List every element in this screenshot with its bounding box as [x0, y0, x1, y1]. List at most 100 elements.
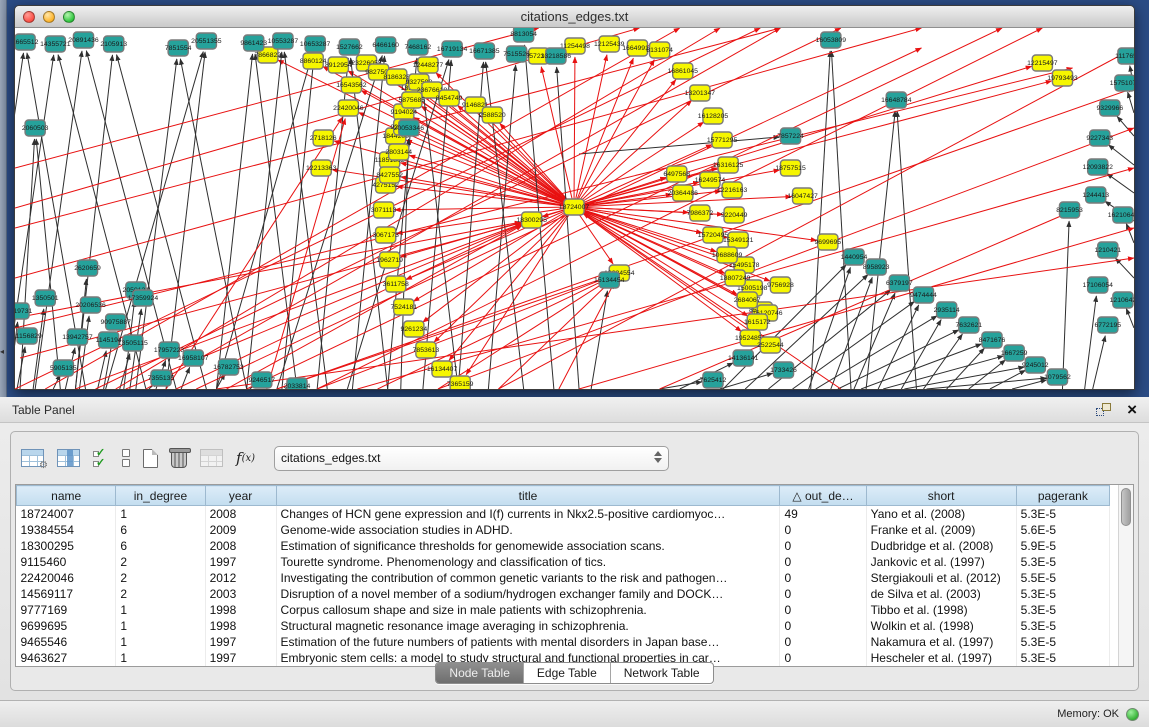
citation-edge-black[interactable] — [923, 334, 962, 389]
citation-edge-red[interactable] — [15, 28, 921, 278]
citation-edge-red[interactable] — [395, 207, 574, 210]
table-cell[interactable]: 2008 — [205, 506, 276, 522]
table-cell[interactable]: 0 — [780, 522, 866, 538]
tab-network-table[interactable]: Network Table — [610, 663, 713, 683]
table-selector-dropdown[interactable]: citations_edges.txt — [274, 446, 669, 471]
network-graph-svg[interactable]: 1872400718300295193845542242004696996959… — [15, 28, 1134, 389]
table-cell[interactable]: 6 — [116, 538, 205, 554]
table-cell[interactable]: 1 — [116, 602, 205, 618]
citation-edge-red[interactable] — [317, 277, 609, 389]
table-cell[interactable]: Franke et al. (2009) — [866, 522, 1016, 538]
new-table-icon[interactable] — [143, 449, 158, 468]
citation-edge-black[interactable] — [720, 373, 773, 389]
table-cell[interactable]: 0 — [780, 602, 866, 618]
select-all-rows-icon[interactable]: ✓ ✓ — [93, 449, 109, 468]
citation-edge-black[interactable] — [20, 139, 34, 389]
citation-edge-black[interactable] — [866, 111, 895, 389]
table-settings-icon[interactable]: ⚙ — [21, 449, 44, 467]
table-cell[interactable]: 1 — [116, 618, 205, 634]
table-cell[interactable]: 2008 — [205, 538, 276, 554]
citation-edge-black[interactable] — [816, 316, 937, 389]
table-cell[interactable]: Estimation of significance thresholds fo… — [276, 538, 780, 554]
table-cell[interactable]: 0 — [780, 618, 866, 634]
citation-edge-black[interactable] — [990, 370, 1026, 389]
citation-edge-black[interactable] — [1115, 258, 1134, 278]
tab-edge-table[interactable]: Edge Table — [523, 663, 610, 683]
table-row[interactable]: 1456911722003Disruption of a novel membe… — [17, 586, 1110, 602]
table-cell[interactable]: Changes of HCN gene expression and I(f) … — [276, 506, 780, 522]
column-header-short[interactable]: short — [866, 486, 1016, 506]
table-cell[interactable]: 1997 — [205, 554, 276, 570]
table-cell[interactable]: 0 — [780, 586, 866, 602]
column-header-year[interactable]: year — [205, 486, 276, 506]
table-cell[interactable]: 2 — [116, 554, 205, 570]
table-cell[interactable]: Dudbridge et al. (2008) — [866, 538, 1016, 554]
citation-edge-black[interactable] — [1062, 221, 1069, 389]
citation-edge-red[interactable] — [397, 207, 574, 233]
column-header-in_degree[interactable]: in_degree — [116, 486, 205, 506]
table-cell[interactable]: 6 — [116, 522, 205, 538]
column-header-title[interactable]: title — [276, 486, 780, 506]
side-panel-strip[interactable]: ◂ — [0, 0, 7, 397]
table-row[interactable]: 1830029562008Estimation of significance … — [17, 538, 1110, 554]
citation-edge-black[interactable] — [1126, 308, 1134, 328]
table-cell[interactable]: 5.3E-5 — [1016, 506, 1109, 522]
citation-edge-black[interactable] — [1126, 223, 1134, 243]
table-cell[interactable]: 22420046 — [17, 570, 116, 586]
delete-table-icon[interactable] — [171, 448, 187, 468]
citation-edge-black[interactable] — [927, 378, 1047, 389]
table-cell[interactable]: 49 — [780, 506, 866, 522]
column-header-name[interactable]: name — [17, 486, 116, 506]
table-cell[interactable]: 0 — [780, 554, 866, 570]
citation-edge-red[interactable] — [146, 28, 781, 389]
table-cell[interactable]: Investigating the contribution of common… — [276, 570, 780, 586]
citation-edge-red[interactable] — [498, 48, 1134, 389]
table-cell[interactable]: de Silva et al. (2003) — [866, 586, 1016, 602]
table-cell[interactable]: 9465546 — [17, 634, 116, 650]
table-cell[interactable]: 5.3E-5 — [1016, 554, 1109, 570]
citation-edge-black[interactable] — [79, 316, 89, 389]
column-header-pagerank[interactable]: pagerank — [1016, 486, 1109, 506]
table-cell[interactable]: Yano et al. (2008) — [866, 506, 1016, 522]
table-cell[interactable]: Corpus callosum shape and size in male p… — [276, 602, 780, 618]
table-cell[interactable]: 1 — [116, 506, 205, 522]
column-header-out_de[interactable]: △ out_de… — [780, 486, 866, 506]
table-row[interactable]: 977716911998Corpus callosum shape and si… — [17, 602, 1110, 618]
citation-edge-black[interactable] — [591, 291, 607, 389]
citation-edge-red[interactable] — [423, 207, 574, 322]
citation-edge-red[interactable] — [559, 283, 614, 389]
table-row[interactable]: 1938455462009Genome-wide association stu… — [17, 522, 1110, 538]
table-cell[interactable]: 14569117 — [17, 586, 116, 602]
table-cell[interactable]: 5.3E-5 — [1016, 618, 1109, 634]
table-cell[interactable]: Nakamura et al. (1997) — [866, 634, 1016, 650]
table-cell[interactable]: 1998 — [205, 618, 276, 634]
column-edit-icon[interactable] — [57, 449, 80, 467]
table-cell[interactable]: Disruption of a novel member of a sodium… — [276, 586, 780, 602]
table-cell[interactable]: 18724007 — [17, 506, 116, 522]
citation-edge-red[interactable] — [574, 57, 575, 207]
citation-edge-black[interactable] — [1107, 173, 1134, 193]
table-cell[interactable]: 0 — [780, 538, 866, 554]
unselect-rows-icon[interactable] — [122, 449, 130, 467]
citation-edge-black[interactable] — [1093, 336, 1106, 389]
table-cell[interactable]: 18300295 — [17, 538, 116, 554]
citation-edge-black[interactable] — [1085, 296, 1097, 389]
table-cell[interactable]: 2003 — [205, 586, 276, 602]
table-cell[interactable]: 5.9E-5 — [1016, 538, 1109, 554]
citation-edge-red[interactable] — [441, 97, 574, 207]
table-cell[interactable]: 1 — [116, 634, 205, 650]
citation-edge-black[interactable] — [17, 347, 25, 389]
table-row[interactable]: 2242004622012Investigating the contribut… — [17, 570, 1110, 586]
scrollbar-thumb[interactable] — [1121, 488, 1131, 526]
table-cell[interactable]: 2 — [116, 570, 205, 586]
table-cell[interactable]: Stergiakouli et al. (2012) — [866, 570, 1016, 586]
citation-edge-black[interactable] — [277, 55, 382, 389]
table-row[interactable]: 946554611997Estimation of the future num… — [17, 634, 1110, 650]
table-cell[interactable]: Estimation of the future numbers of pati… — [276, 634, 780, 650]
table-cell[interactable]: 5.3E-5 — [1016, 602, 1109, 618]
table-cell[interactable]: Structural magnetic resonance image aver… — [276, 618, 780, 634]
table-cell[interactable]: 2012 — [205, 570, 276, 586]
table-cell[interactable]: Tourette syndrome. Phenomenology and cla… — [276, 554, 780, 570]
tab-node-table[interactable]: Node Table — [436, 663, 523, 683]
citation-edge-black[interactable] — [947, 348, 985, 389]
